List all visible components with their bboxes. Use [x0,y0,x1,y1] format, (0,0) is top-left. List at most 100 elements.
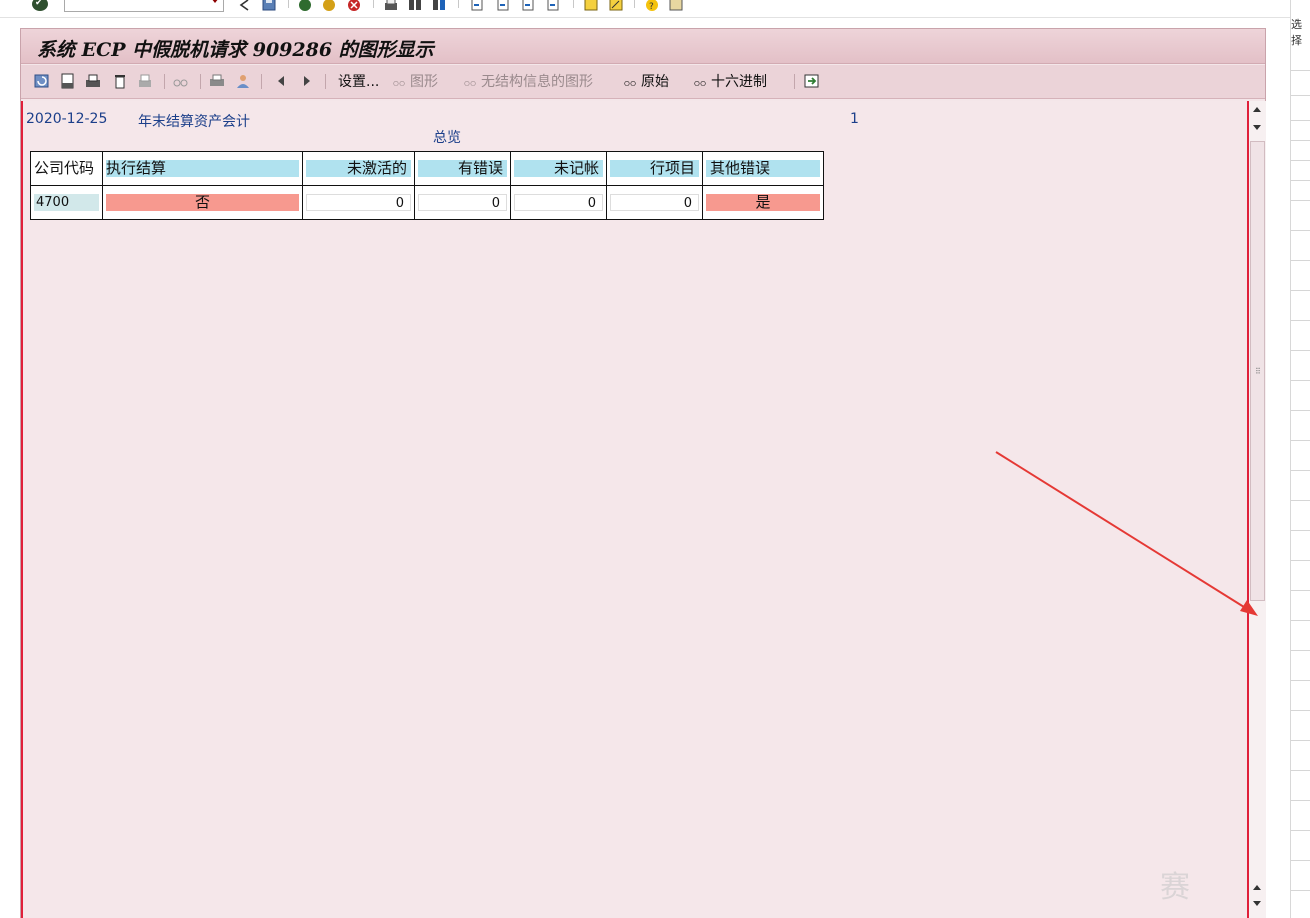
save-icon[interactable] [262,0,276,11]
other-errors-value[interactable]: 是 [706,194,820,211]
header-other-errors: 其他错误 [706,160,820,177]
company-code-value[interactable]: 4700 [34,194,99,211]
find-icon[interactable] [408,0,422,10]
user-icon[interactable] [235,73,251,89]
system-toolbar: ? [0,0,1290,18]
last-page-icon[interactable] [546,0,560,11]
raw-button[interactable]: ဝဝ 原始 [624,73,669,91]
shortcut-icon[interactable] [609,0,623,11]
table-header-row: 公司代码 执行结算 未激活的 有错误 未记帐 行项目 其他错误 [30,151,824,186]
print-preview-icon[interactable] [137,73,153,89]
previous-icon[interactable] [273,73,289,89]
header-cell: 行项目 [606,151,703,186]
inactive-value: 0 [306,194,411,211]
value-cell: 0 [510,185,607,220]
display-icon[interactable] [172,73,188,89]
toolbar-separator [200,74,201,89]
back-icon[interactable] [238,0,252,11]
report-overview-heading: 总览 [433,130,461,146]
delete-icon[interactable] [112,73,128,89]
cancel-icon[interactable] [322,0,336,11]
header-cell: 有错误 [414,151,511,186]
ok-icon[interactable] [32,0,48,11]
graphic-nostruct-button[interactable]: ဝဝ 无结构信息的图形 [464,73,593,91]
toolbar-separator [288,0,289,8]
value-cell: 是 [702,185,824,220]
vertical-scrollbar[interactable]: ⠿ [1249,101,1266,918]
layout-icon[interactable] [669,0,683,11]
export-icon[interactable] [804,73,820,89]
stop-icon[interactable] [347,0,361,11]
header-cell: 未激活的 [302,151,415,186]
svg-text:?: ? [649,2,654,11]
graphic-button[interactable]: ဝဝ 图形 [393,73,438,91]
report-date: 2020-12-25 [26,111,108,127]
hex-label: 十六进制 [711,74,767,90]
graphic-nostruct-label: 无结构信息的图形 [481,74,593,90]
print-icon[interactable] [60,73,76,89]
header-line-items: 行项目 [610,160,699,177]
toolbar-separator [458,0,459,8]
header-not-posted: 未记帐 [514,160,603,177]
grip-icon: ⠿ [1255,367,1261,376]
settlement-overview-table: 公司代码 执行结算 未激活的 有错误 未记帐 行项目 其他错误 4700 否 0… [30,151,824,220]
scrollbar-thumb[interactable]: ⠿ [1250,141,1265,601]
next-icon[interactable] [299,73,315,89]
header-cell: 未记帐 [510,151,607,186]
window-title: 系统 ECP 中假脱机请求 909286 的图形显示 [37,39,434,61]
application-toolbar: 设置... ဝဝ 图形 ဝဝ 无结构信息的图形 ဝဝ 原始 ဝဝ 十六进制 [21,65,1265,99]
value-cell: 否 [102,185,303,220]
title-bar: 系统 ECP 中假脱机请求 909286 的图形显示 [21,29,1265,64]
header-cell: 公司代码 [30,151,103,186]
value-cell: 0 [302,185,415,220]
value-cell: 4700 [30,185,103,220]
watermark-logo: 赛 [1160,870,1190,905]
hex-button[interactable]: ဝဝ 十六进制 [694,73,767,91]
print-icon[interactable] [384,0,398,10]
glasses-icon: ဝဝ [393,76,406,89]
refresh-icon[interactable] [34,73,50,89]
header-cell: 其他错误 [702,151,824,186]
exit-icon[interactable] [298,0,312,11]
toolbar-separator [634,0,635,8]
next-page-icon[interactable] [521,0,535,11]
glasses-icon: ဝဝ [694,76,707,89]
command-field[interactable] [64,0,224,12]
line-items-value: 0 [610,194,699,211]
report-title: 年末结算资产会计 [138,114,250,130]
raw-label: 原始 [641,74,669,90]
header-execute-settlement: 执行结算 [106,160,299,177]
header-company-code: 公司代码 [34,160,95,177]
print-immediately-icon[interactable] [85,73,101,89]
toolbar-separator [261,74,262,89]
not-posted-value: 0 [514,194,603,211]
help-icon[interactable]: ? [645,0,659,12]
report-page-number: 1 [850,111,859,127]
glasses-icon: ဝဝ [624,76,637,89]
spool-display-window: 系统 ECP 中假脱机请求 909286 的图形显示 设置... ဝဝ 图形 ဝ… [20,28,1266,918]
background-text: 选择 [1291,18,1302,47]
toolbar-separator [573,0,574,8]
spool-content-area: 2020-12-25 年末结算资产会计 1 总览 公司代码 执行结算 未激活的 … [21,101,1249,918]
scroll-up-icon[interactable] [1253,885,1261,890]
execute-settlement-value: 否 [106,194,299,211]
chevron-down-icon[interactable] [211,0,219,3]
settings-button[interactable]: 设置... [338,73,379,91]
header-with-errors: 有错误 [418,160,507,177]
with-errors-value: 0 [418,194,507,211]
toolbar-separator [325,74,326,89]
sap-gui-screen: ? 选择 [0,0,1310,918]
background-window-strip: 选择 [1290,0,1310,918]
value-cell: 0 [606,185,703,220]
output-controller-icon[interactable] [209,73,225,89]
prev-page-icon[interactable] [496,0,510,11]
header-inactive: 未激活的 [306,160,411,177]
new-session-icon[interactable] [584,0,598,11]
toolbar-separator [794,74,795,89]
scroll-down-icon[interactable] [1253,125,1261,130]
first-page-icon[interactable] [470,0,484,11]
scroll-down-icon[interactable] [1253,901,1261,906]
scroll-up-icon[interactable] [1253,107,1261,112]
toolbar-separator [164,74,165,89]
find-next-icon[interactable] [432,0,446,10]
